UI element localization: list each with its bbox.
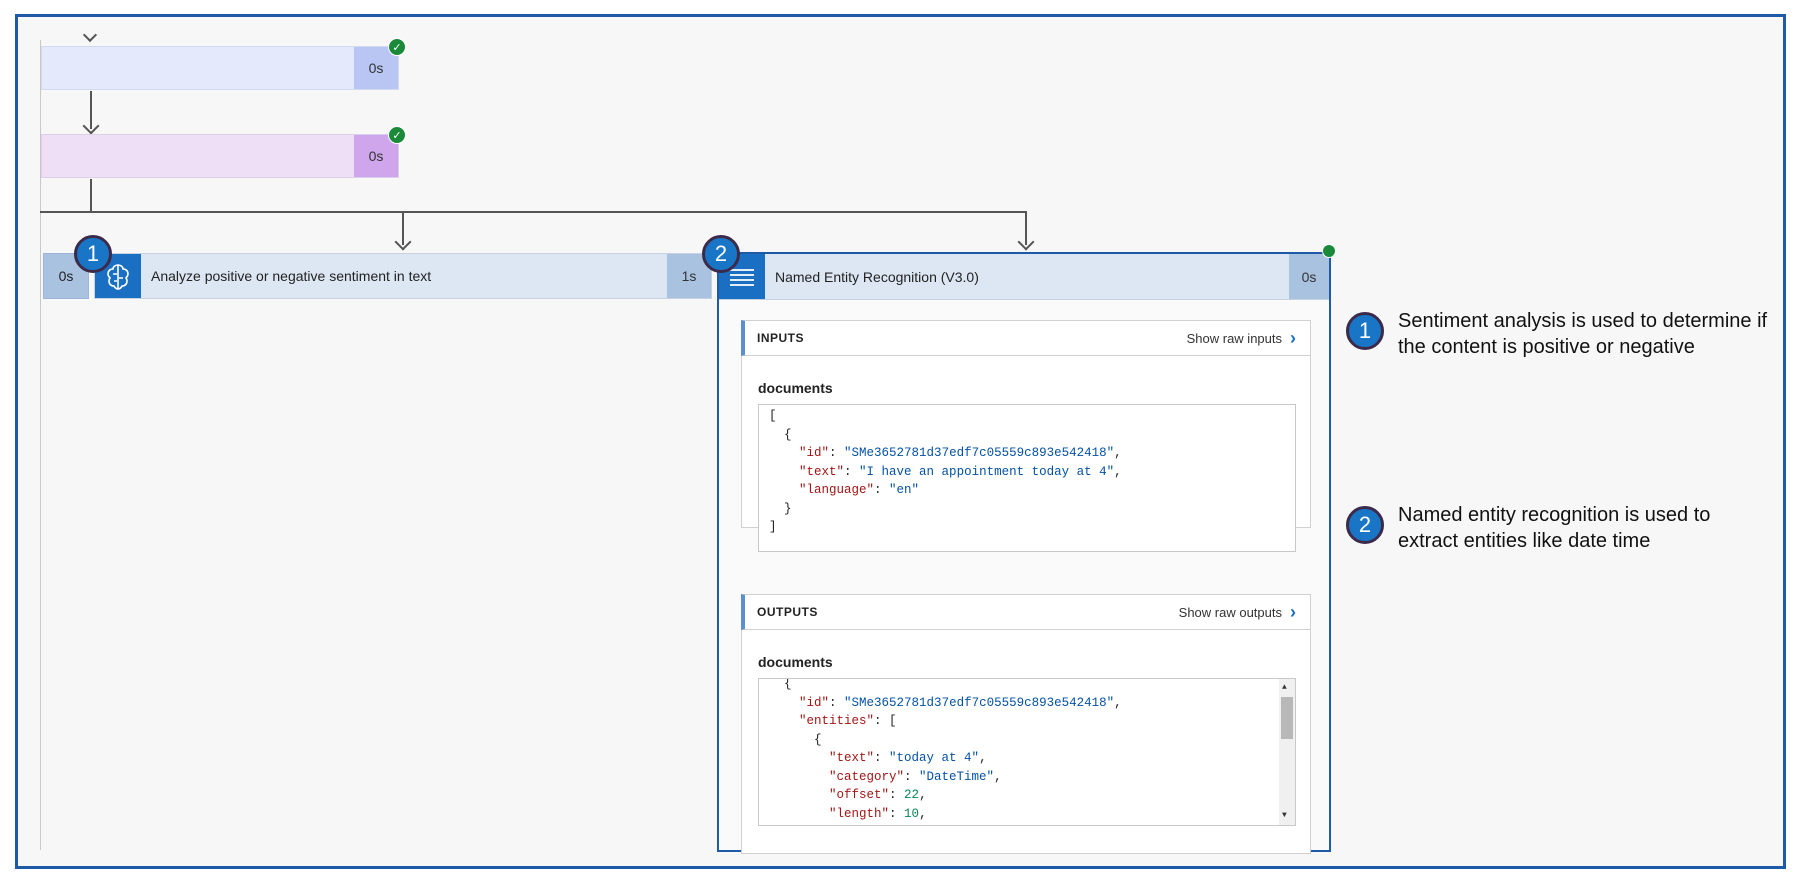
note-badge-1: 1	[1346, 312, 1384, 350]
show-raw-inputs-link[interactable]: Show raw inputs ›	[1187, 321, 1296, 355]
inputs-title: INPUTS	[757, 331, 805, 345]
code-key: "language"	[799, 483, 875, 497]
connector-line	[90, 179, 92, 212]
callout-badge-1: 1	[74, 235, 112, 273]
flow-step-2[interactable]: 0s	[41, 134, 399, 178]
code-key: "id"	[799, 446, 830, 460]
note-2-text: Named entity recognition is used to extr…	[1398, 504, 1711, 552]
chevron-right-icon: ›	[1290, 601, 1296, 622]
scroll-thumb[interactable]	[1281, 697, 1293, 739]
code-value: "SMe3652781d37edf7c05559c893e542418"	[844, 695, 1115, 710]
code-value: "I have an appointment today at 4"	[859, 464, 1115, 479]
scroll-up-icon[interactable]: ▲	[1282, 679, 1287, 698]
outputs-code-block[interactable]: { "id": "SMe3652781d37edf7c05559c893e542…	[758, 678, 1296, 826]
code-value: 22	[904, 788, 920, 802]
flow-step-1[interactable]: 0s	[41, 46, 399, 90]
ner-action[interactable]: Named Entity Recognition (V3.0) 0s	[719, 254, 1329, 300]
success-check-icon: ✓	[388, 126, 406, 144]
sentiment-action[interactable]: Analyze positive or negative sentiment i…	[94, 253, 712, 299]
code-key: "entities"	[799, 714, 875, 728]
code-value: "DateTime"	[919, 769, 995, 784]
inputs-documents-label: documents	[758, 380, 833, 396]
code-value: "en"	[889, 483, 920, 497]
ner-action-label: Named Entity Recognition (V3.0)	[775, 268, 979, 285]
code-value: "today at 4"	[889, 751, 980, 765]
code-value: 10	[904, 806, 920, 821]
ner-action-duration: 0s	[1289, 254, 1329, 299]
code-key: "offset"	[829, 788, 890, 802]
ner-panel: Named Entity Recognition (V3.0) 0s INPUT…	[717, 252, 1331, 854]
show-raw-outputs-label: Show raw outputs	[1178, 604, 1282, 620]
scroll-down-icon[interactable]: ▼	[1282, 807, 1287, 826]
note-badge-2: 2	[1346, 506, 1384, 544]
sentiment-action-label: Analyze positive or negative sentiment i…	[151, 268, 432, 284]
code-key: "category"	[829, 769, 905, 784]
show-raw-inputs-label: Show raw inputs	[1186, 330, 1282, 346]
inputs-section-body: documents [ { "id": "SMe3652781d37edf7c0…	[741, 356, 1311, 552]
code-key: "length"	[829, 806, 890, 821]
code-key: "text"	[829, 751, 875, 765]
success-check-icon: ✓	[388, 38, 406, 56]
note-1-text: Sentiment analysis is used to determine …	[1398, 310, 1768, 358]
code-value: "SMe3652781d37edf7c05559c893e542418"	[844, 446, 1115, 460]
code-key: "text"	[799, 464, 845, 479]
note-2: 2 Named entity recognition is used to ex…	[1346, 502, 1728, 554]
callout-badge-2: 2	[702, 235, 740, 273]
inputs-section-header: INPUTS Show raw inputs ›	[741, 320, 1311, 356]
code-key: "id"	[799, 695, 830, 710]
branch-line	[40, 211, 1027, 213]
note-1: 1 Sentiment analysis is used to determin…	[1346, 308, 1768, 360]
outputs-section-body: documents { "id": "SMe3652781d37edf7c055…	[741, 630, 1311, 854]
success-check-icon	[1322, 244, 1336, 258]
inputs-code-block[interactable]: [ { "id": "SMe3652781d37edf7c05559c893e5…	[758, 404, 1296, 552]
chevron-right-icon: ›	[1290, 327, 1296, 348]
outputs-section-header: OUTPUTS Show raw outputs ›	[741, 594, 1311, 630]
outputs-documents-label: documents	[758, 654, 833, 670]
outputs-title: OUTPUTS	[757, 605, 818, 619]
show-raw-outputs-link[interactable]: Show raw outputs ›	[1179, 595, 1296, 629]
code-scrollbar[interactable]: ▲ ▼	[1279, 679, 1295, 825]
